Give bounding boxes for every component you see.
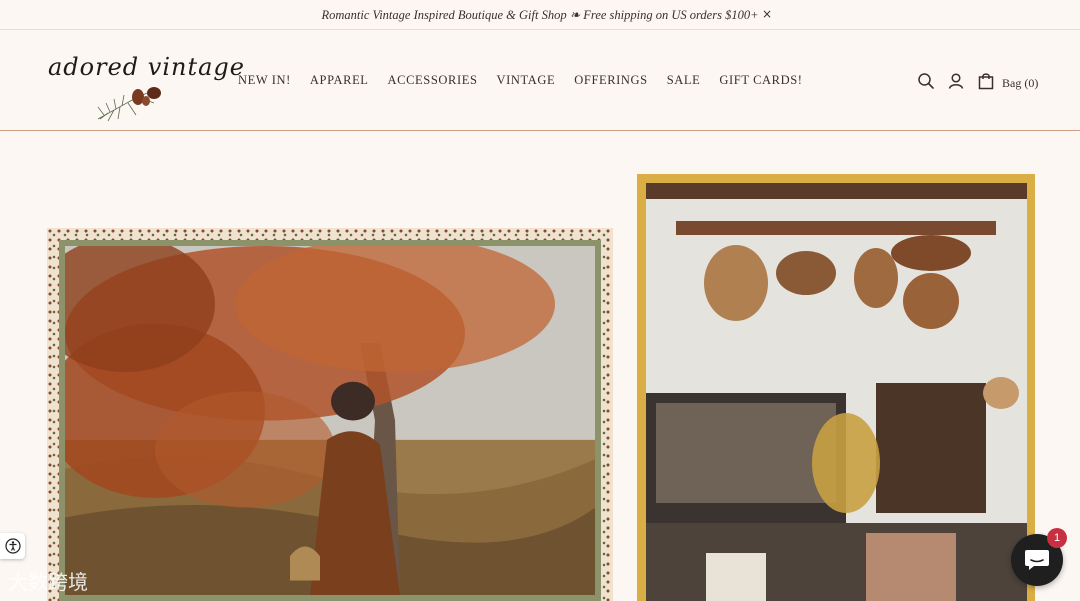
chat-bubble-icon [1025, 550, 1049, 570]
nav-item-vintage[interactable]: VINTAGE [497, 73, 556, 91]
bag-label: Bag (0) [1002, 75, 1039, 90]
accessibility-icon [4, 538, 21, 554]
nav-item-sale[interactable]: SALE [667, 73, 701, 91]
shop-interior-illustration [646, 183, 1027, 601]
shopping-bag-icon [978, 73, 994, 90]
watermark-text: 大数跨境 [8, 569, 88, 594]
bag-button[interactable]: Bag (0) [976, 71, 1038, 91]
chat-badge: 1 [1047, 528, 1067, 548]
site-header: adored vintage NEW IN! APPAREL ACCESSORI… [0, 31, 1080, 131]
hero-image-shop-frame[interactable] [637, 174, 1035, 601]
nav-item-accessories[interactable]: ACCESSORIES [388, 73, 478, 91]
nav-item-offerings[interactable]: OFFERINGS [574, 73, 647, 91]
close-icon[interactable]: × [762, 7, 774, 21]
nav-item-apparel[interactable]: APPAREL [310, 73, 369, 91]
pinecone-sprig-icon [97, 87, 161, 122]
nav-item-new-in[interactable]: NEW IN! [238, 73, 291, 91]
hero-image-shop-interior [646, 183, 1027, 601]
autumn-scene-illustration [65, 246, 595, 595]
account-icon[interactable] [946, 71, 966, 91]
accessibility-button[interactable] [0, 533, 25, 559]
account-button[interactable] [946, 71, 966, 91]
hero-image-autumn-frame[interactable] [47, 228, 613, 601]
announcement-text: Romantic Vintage Inspired Boutique & Gif… [321, 7, 759, 22]
nav-item-gift-cards[interactable]: GIFT CARDS! [719, 73, 802, 91]
watermark: 大数跨境 [8, 566, 148, 594]
site-logo[interactable]: adored vintage [48, 51, 244, 123]
main-nav: NEW IN! APPAREL ACCESSORIES VINTAGE OFFE… [238, 73, 822, 91]
hero-image-autumn-tree [65, 246, 595, 595]
search-icon[interactable] [916, 71, 936, 91]
hero-image-inner-border [59, 240, 601, 601]
search-button[interactable] [916, 71, 936, 91]
announcement-bar: Romantic Vintage Inspired Boutique & Gif… [0, 0, 1080, 30]
logo-text: adored vintage [48, 53, 245, 81]
